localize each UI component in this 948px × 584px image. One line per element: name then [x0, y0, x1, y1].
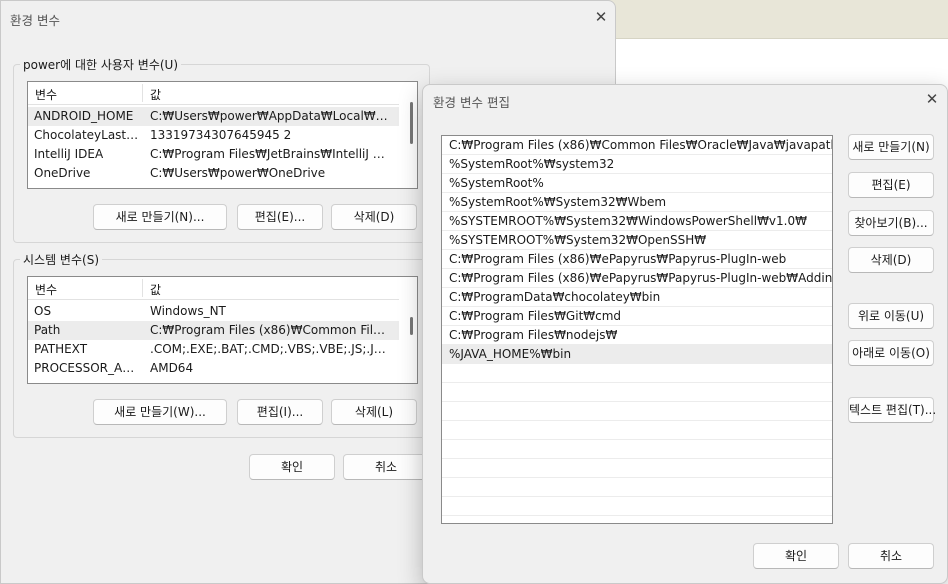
table-row[interactable]: ANDROID_HOME C:₩Users₩power₩AppData₩Loca…	[28, 107, 399, 126]
list-item[interactable]: C:₩Program Files (x86)₩ePapyrus₩Papyrus-…	[442, 269, 832, 288]
empty-list-row[interactable]	[442, 440, 832, 459]
empty-list-row[interactable]	[442, 459, 832, 478]
variable-name: Path	[34, 323, 61, 337]
table-row[interactable]: OneDrive C:₩Users₩power₩OneDrive	[28, 164, 399, 183]
scrollbar-thumb[interactable]	[410, 317, 413, 335]
system-edit-button[interactable]: 편집(I)...	[237, 399, 323, 425]
edit-text-button[interactable]: 텍스트 편집(T)...	[848, 397, 936, 423]
path-list[interactable]: C:₩Program Files (x86)₩Common Files₩Orac…	[441, 135, 833, 524]
edit-cancel-button[interactable]: 취소	[848, 543, 934, 569]
user-variables-legend: power에 대한 사용자 변수(U)	[23, 58, 179, 72]
variable-value: 13319734307645945 2	[150, 128, 292, 142]
edit-dialog-title: 환경 변수 편집	[433, 95, 510, 110]
close-icon[interactable]: ✕	[592, 8, 610, 26]
empty-list-row[interactable]	[442, 497, 832, 516]
background-window-toolbar	[600, 0, 948, 39]
list-item[interactable]: %SystemRoot%₩system32	[442, 155, 832, 174]
list-item[interactable]: %SystemRoot%	[442, 174, 832, 193]
variable-value: .COM;.EXE;.BAT;.CMD;.VBS;.VBE;.JS;.JSE;.…	[150, 342, 388, 356]
cut-off-row: · · · · · · · · · · · · · · · · · · · · …	[150, 183, 380, 188]
table-row[interactable]: PROCESSOR_ARC... AMD64	[28, 359, 399, 378]
list-item-selected[interactable]: %JAVA_HOME%₩bin	[442, 345, 832, 364]
system-variables-list[interactable]: 변수 값 OS Windows_NT Path C:₩Program Files…	[27, 276, 418, 384]
table-row[interactable]: IntelliJ IDEA C:₩Program Files₩JetBrains…	[28, 145, 399, 164]
empty-list-row[interactable]	[442, 402, 832, 421]
table-row[interactable]: OS Windows_NT	[28, 302, 399, 321]
variable-name: IntelliJ IDEA	[34, 147, 104, 161]
user-new-button[interactable]: 새로 만들기(N)...	[93, 204, 227, 230]
path-entry: %SystemRoot%₩system32	[449, 157, 615, 171]
variable-name: ChocolateyLastPat...	[34, 128, 140, 142]
path-entry: C:₩ProgramData₩chocolatey₩bin	[449, 290, 661, 304]
path-entry: C:₩Program Files₩Git₩cmd	[449, 309, 622, 323]
move-down-button[interactable]: 아래로 이동(O)	[848, 340, 934, 366]
scrollbar-thumb[interactable]	[410, 102, 413, 144]
new-path-button[interactable]: 새로 만들기(N)	[848, 134, 934, 160]
dialog-title: 환경 변수	[10, 13, 60, 28]
path-entry: %SYSTEMROOT%₩System32₩WindowsPowerShell₩…	[449, 214, 807, 228]
path-entry: %JAVA_HOME%₩bin	[449, 347, 572, 361]
empty-list-row[interactable]	[442, 383, 832, 402]
variable-value: C:₩Program Files (x86)₩Common Files₩Or..…	[150, 323, 388, 337]
variable-value: C:₩Program Files₩JetBrains₩IntelliJ IDEA…	[150, 147, 388, 161]
column-header-variable[interactable]: 변수	[35, 86, 57, 103]
move-up-button[interactable]: 위로 이동(U)	[848, 303, 934, 329]
column-header-variable[interactable]: 변수	[35, 281, 57, 298]
list-item[interactable]: %SYSTEMROOT%₩System32₩WindowsPowerShell₩…	[442, 212, 832, 231]
path-entry: C:₩Program Files (x86)₩ePapyrus₩Papyrus-…	[449, 252, 787, 266]
list-header: 변수 값	[28, 82, 399, 105]
path-entry: C:₩Program Files₩nodejs₩	[449, 328, 618, 342]
empty-list-row[interactable]	[442, 421, 832, 440]
variable-name: OS	[34, 304, 52, 318]
variable-name: PATHEXT	[34, 342, 88, 356]
edit-ok-button[interactable]: 확인	[753, 543, 839, 569]
path-entry: C:₩Program Files (x86)₩Common Files₩Orac…	[449, 138, 833, 152]
list-header: 변수 값	[28, 277, 399, 300]
column-header-value[interactable]: 값	[150, 86, 161, 103]
list-item[interactable]: C:₩ProgramData₩chocolatey₩bin	[442, 288, 832, 307]
path-entry: %SystemRoot%₩System32₩Wbem	[449, 195, 667, 209]
path-entry: C:₩Program Files (x86)₩ePapyrus₩Papyrus-…	[449, 271, 833, 285]
column-header-value[interactable]: 값	[150, 281, 161, 298]
variable-name: ANDROID_HOME	[34, 109, 134, 123]
close-icon[interactable]: ✕	[923, 90, 941, 108]
edit-path-button[interactable]: 편집(E)	[848, 172, 934, 198]
variable-value: C:₩Users₩power₩OneDrive	[150, 166, 326, 180]
table-row[interactable]: Path C:₩Program Files (x86)₩Common Files…	[28, 321, 399, 340]
list-item[interactable]: C:₩Program Files₩Git₩cmd	[442, 307, 832, 326]
variable-value: C:₩Users₩power₩AppData₩Local₩Androi...	[150, 109, 388, 123]
list-item[interactable]: C:₩Program Files₩nodejs₩	[442, 326, 832, 345]
empty-list-row[interactable]	[442, 478, 832, 497]
variable-value: Windows_NT	[150, 304, 226, 318]
user-delete-button[interactable]: 삭제(D)	[331, 204, 417, 230]
table-row[interactable]: PATHEXT .COM;.EXE;.BAT;.CMD;.VBS;.VBE;.J…	[28, 340, 399, 359]
browse-button[interactable]: 찾아보기(B)...	[848, 210, 934, 236]
variable-value: AMD64	[150, 361, 194, 375]
path-entry: %SystemRoot%	[449, 176, 544, 190]
list-item[interactable]: C:₩Program Files (x86)₩ePapyrus₩Papyrus-…	[442, 250, 832, 269]
system-variables-legend: 시스템 변수(S)	[23, 253, 99, 267]
list-item[interactable]: C:₩Program Files (x86)₩Common Files₩Orac…	[442, 136, 832, 155]
table-row[interactable]: ChocolateyLastPat... 13319734307645945 2	[28, 126, 399, 145]
list-item[interactable]: %SystemRoot%₩System32₩Wbem	[442, 193, 832, 212]
user-edit-button[interactable]: 편집(E)...	[237, 204, 323, 230]
user-variables-list[interactable]: 변수 값 ANDROID_HOME C:₩Users₩power₩AppData…	[27, 81, 418, 189]
ok-button[interactable]: 확인	[249, 454, 335, 480]
cancel-button[interactable]: 취소	[343, 454, 429, 480]
variable-name: PROCESSOR_ARC...	[34, 361, 140, 375]
list-item[interactable]: %SYSTEMROOT%₩System32₩OpenSSH₩	[442, 231, 832, 250]
empty-list-row[interactable]	[442, 364, 832, 383]
system-new-button[interactable]: 새로 만들기(W)...	[93, 399, 227, 425]
variable-name: OneDrive	[34, 166, 91, 180]
cut-off-row: · · · · · · · · · · · · · · · · · ·	[150, 378, 380, 383]
system-delete-button[interactable]: 삭제(L)	[331, 399, 417, 425]
path-entry: %SYSTEMROOT%₩System32₩OpenSSH₩	[449, 233, 707, 247]
delete-path-button[interactable]: 삭제(D)	[848, 247, 934, 273]
